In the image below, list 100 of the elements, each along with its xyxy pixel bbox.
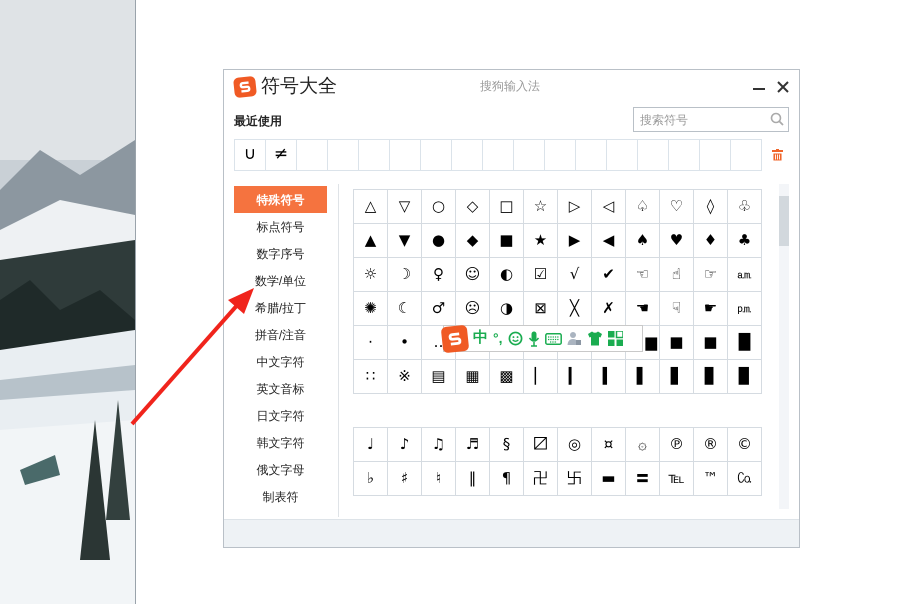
symbol-cell[interactable]: ♠	[626, 224, 660, 258]
symbol-cell[interactable]: ◎	[558, 428, 592, 462]
category-tab[interactable]: 希腊/拉丁	[234, 294, 327, 321]
symbol-cell[interactable]: ♧	[728, 190, 762, 224]
symbol-cell[interactable]: ▼	[388, 224, 422, 258]
symbol-cell[interactable]: ¤	[592, 428, 626, 462]
symbol-cell[interactable]: ★	[524, 224, 558, 258]
symbol-cell[interactable]: ®	[694, 428, 728, 462]
symbol-cell[interactable]: ‖	[456, 462, 490, 496]
symbol-cell[interactable]: ■	[694, 326, 728, 360]
symbol-cell[interactable]: ©	[728, 428, 762, 462]
microphone-icon[interactable]	[528, 330, 540, 346]
symbol-cell[interactable]: ☛	[694, 292, 728, 326]
symbol-cell[interactable]: ✺	[354, 292, 388, 326]
symbol-cell[interactable]: ◐	[490, 258, 524, 292]
symbol-cell[interactable]: ☟	[660, 292, 694, 326]
symbol-cell[interactable]: ∷	[354, 360, 388, 394]
symbol-cell[interactable]: ■	[490, 224, 524, 258]
symbol-cell[interactable]: ▩	[490, 360, 524, 394]
symbol-cell[interactable]: ♪	[388, 428, 422, 462]
symbol-cell[interactable]: 〼	[524, 428, 558, 462]
symbol-cell[interactable]: ☺	[456, 258, 490, 292]
trash-icon[interactable]	[772, 149, 783, 161]
symbol-cell[interactable]: ▲	[354, 224, 388, 258]
symbol-cell[interactable]: ☆	[524, 190, 558, 224]
search-icon[interactable]	[770, 112, 784, 126]
category-tab[interactable]: 韩文字符	[234, 429, 327, 456]
symbol-cell[interactable]: ♬	[456, 428, 490, 462]
person-icon[interactable]	[566, 331, 582, 346]
symbol-cell[interactable]: ▋	[660, 360, 694, 394]
symbol-cell[interactable]: ◆	[456, 224, 490, 258]
symbol-cell[interactable]: ▶	[558, 224, 592, 258]
symbol-cell[interactable]: ℡	[660, 462, 694, 496]
recent-symbol-slot[interactable]: ∪	[235, 140, 266, 170]
symbol-cell[interactable]: ▷	[558, 190, 592, 224]
symbol-cell[interactable]: ※	[388, 360, 422, 394]
symbol-cell[interactable]: ♡	[660, 190, 694, 224]
category-tab[interactable]: 英文音标	[234, 375, 327, 402]
search-field[interactable]: 搜索符号	[633, 107, 789, 132]
symbol-cell[interactable]: ㏇	[728, 462, 762, 496]
symbol-cell[interactable]: ▏	[524, 360, 558, 394]
smile-icon[interactable]	[508, 331, 522, 346]
symbol-cell[interactable]: ™	[694, 462, 728, 496]
symbol-cell[interactable]: ♀	[422, 258, 456, 292]
close-icon[interactable]	[777, 81, 789, 93]
symbol-cell[interactable]: ♮	[422, 462, 456, 496]
recent-symbol-slot[interactable]: ≠	[266, 140, 297, 170]
symbol-cell[interactable]: ◁	[592, 190, 626, 224]
symbol-cell[interactable]: ▊	[694, 360, 728, 394]
symbol-cell[interactable]: ㏘	[728, 292, 762, 326]
symbol-cell[interactable]: ◇	[456, 190, 490, 224]
symbol-cell[interactable]: ۞	[626, 428, 660, 462]
symbol-cell[interactable]: △	[354, 190, 388, 224]
symbol-cell[interactable]: §	[490, 428, 524, 462]
symbol-cell[interactable]: ☼	[354, 258, 388, 292]
symbol-cell[interactable]: ▉	[728, 360, 762, 394]
symbol-cell[interactable]: √	[558, 258, 592, 292]
symbol-cell[interactable]: ▌	[626, 360, 660, 394]
symbol-cell[interactable]: ◀	[592, 224, 626, 258]
symbol-cell[interactable]: □	[490, 190, 524, 224]
symbol-cell[interactable]: ☾	[388, 292, 422, 326]
grid-icon[interactable]	[608, 331, 622, 346]
category-tab[interactable]: 俄文字母	[234, 456, 327, 483]
symbol-cell[interactable]: ♥	[660, 224, 694, 258]
symbol-cell[interactable]: ●	[422, 224, 456, 258]
symbol-cell[interactable]: ♯	[388, 462, 422, 496]
symbol-cell[interactable]: ☝	[660, 258, 694, 292]
symbol-cell[interactable]: ·	[354, 326, 388, 360]
category-tab[interactable]: 制表符	[234, 483, 327, 510]
shirt-icon[interactable]	[586, 331, 602, 346]
symbol-cell[interactable]: ¶	[490, 462, 524, 496]
symbol-cell[interactable]: ▎	[558, 360, 592, 394]
symbol-cell[interactable]: ♣	[728, 224, 762, 258]
symbol-cell[interactable]: ▦	[456, 360, 490, 394]
category-tab[interactable]: 日文字符	[234, 402, 327, 429]
category-tab[interactable]: 数字序号	[234, 240, 327, 267]
symbol-cell[interactable]: ■	[660, 326, 694, 360]
symbol-cell[interactable]: ▬	[592, 462, 626, 496]
scrollbar[interactable]	[779, 184, 789, 509]
symbol-cell[interactable]: ♫	[422, 428, 456, 462]
category-tab[interactable]: 标点符号	[234, 213, 327, 240]
symbol-cell[interactable]: █	[728, 326, 762, 360]
symbol-cell[interactable]: ♦	[694, 224, 728, 258]
symbol-cell[interactable]: ▽	[388, 190, 422, 224]
symbol-cell[interactable]: ☑	[524, 258, 558, 292]
category-tab[interactable]: 数学/单位	[234, 267, 327, 294]
symbol-cell[interactable]: ▤	[422, 360, 456, 394]
symbol-cell[interactable]: ♤	[626, 190, 660, 224]
symbol-cell[interactable]: ✔	[592, 258, 626, 292]
symbol-cell[interactable]: ◊	[694, 190, 728, 224]
symbol-cell[interactable]: ☞	[694, 258, 728, 292]
symbol-cell[interactable]: ♩	[354, 428, 388, 462]
symbol-cell[interactable]: 卍	[524, 462, 558, 496]
symbol-cell[interactable]: ♭	[354, 462, 388, 496]
category-tab[interactable]: 拼音/注音	[234, 321, 327, 348]
symbol-cell[interactable]: ㏂	[728, 258, 762, 292]
symbol-cell[interactable]: 〓	[626, 462, 660, 496]
symbol-cell[interactable]: •	[388, 326, 422, 360]
symbol-cell[interactable]: ☜	[626, 258, 660, 292]
symbol-cell[interactable]: ℗	[660, 428, 694, 462]
